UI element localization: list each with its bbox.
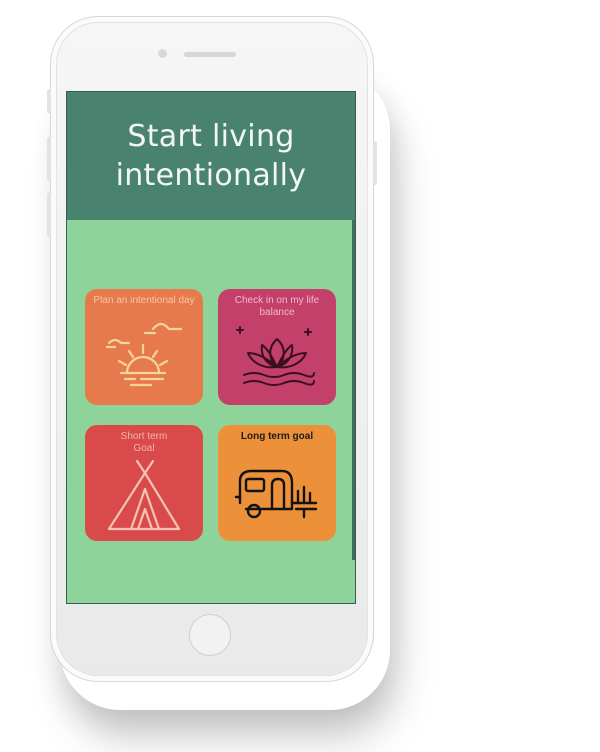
earpiece-speaker [184, 52, 236, 57]
life-balance-tile[interactable]: Check in on my life balance [218, 289, 336, 405]
hero-banner: Start living intentionally [67, 92, 355, 220]
mute-switch [47, 89, 51, 113]
long-term-goal-tile[interactable]: Long term goal [218, 425, 336, 541]
tile-label: Plan an intentional day [93, 295, 195, 306]
app-screen: Start living intentionally Plan an inten… [66, 91, 356, 604]
tile-label: Long term goal [240, 431, 314, 442]
front-camera [158, 49, 167, 58]
sunrise-icon [105, 322, 183, 387]
home-button[interactable] [189, 614, 231, 656]
camper-trailer-icon [234, 469, 318, 519]
page-title: Start living intentionally [116, 117, 307, 195]
lotus-icon [236, 326, 315, 386]
volume-down-button [47, 193, 51, 237]
screen-edge-strip [352, 220, 355, 560]
title-line-1: Start living [127, 119, 295, 154]
plan-intentional-day-tile[interactable]: Plan an intentional day [85, 289, 203, 405]
tent-icon [107, 459, 181, 531]
volume-up-button [47, 137, 51, 181]
power-button [373, 141, 377, 185]
title-line-2: intentionally [115, 158, 307, 193]
tile-label: Check in on my life balance [234, 295, 320, 318]
tile-label: Short term Goal [120, 431, 168, 454]
short-term-goal-tile[interactable]: Short term Goal [85, 425, 203, 541]
